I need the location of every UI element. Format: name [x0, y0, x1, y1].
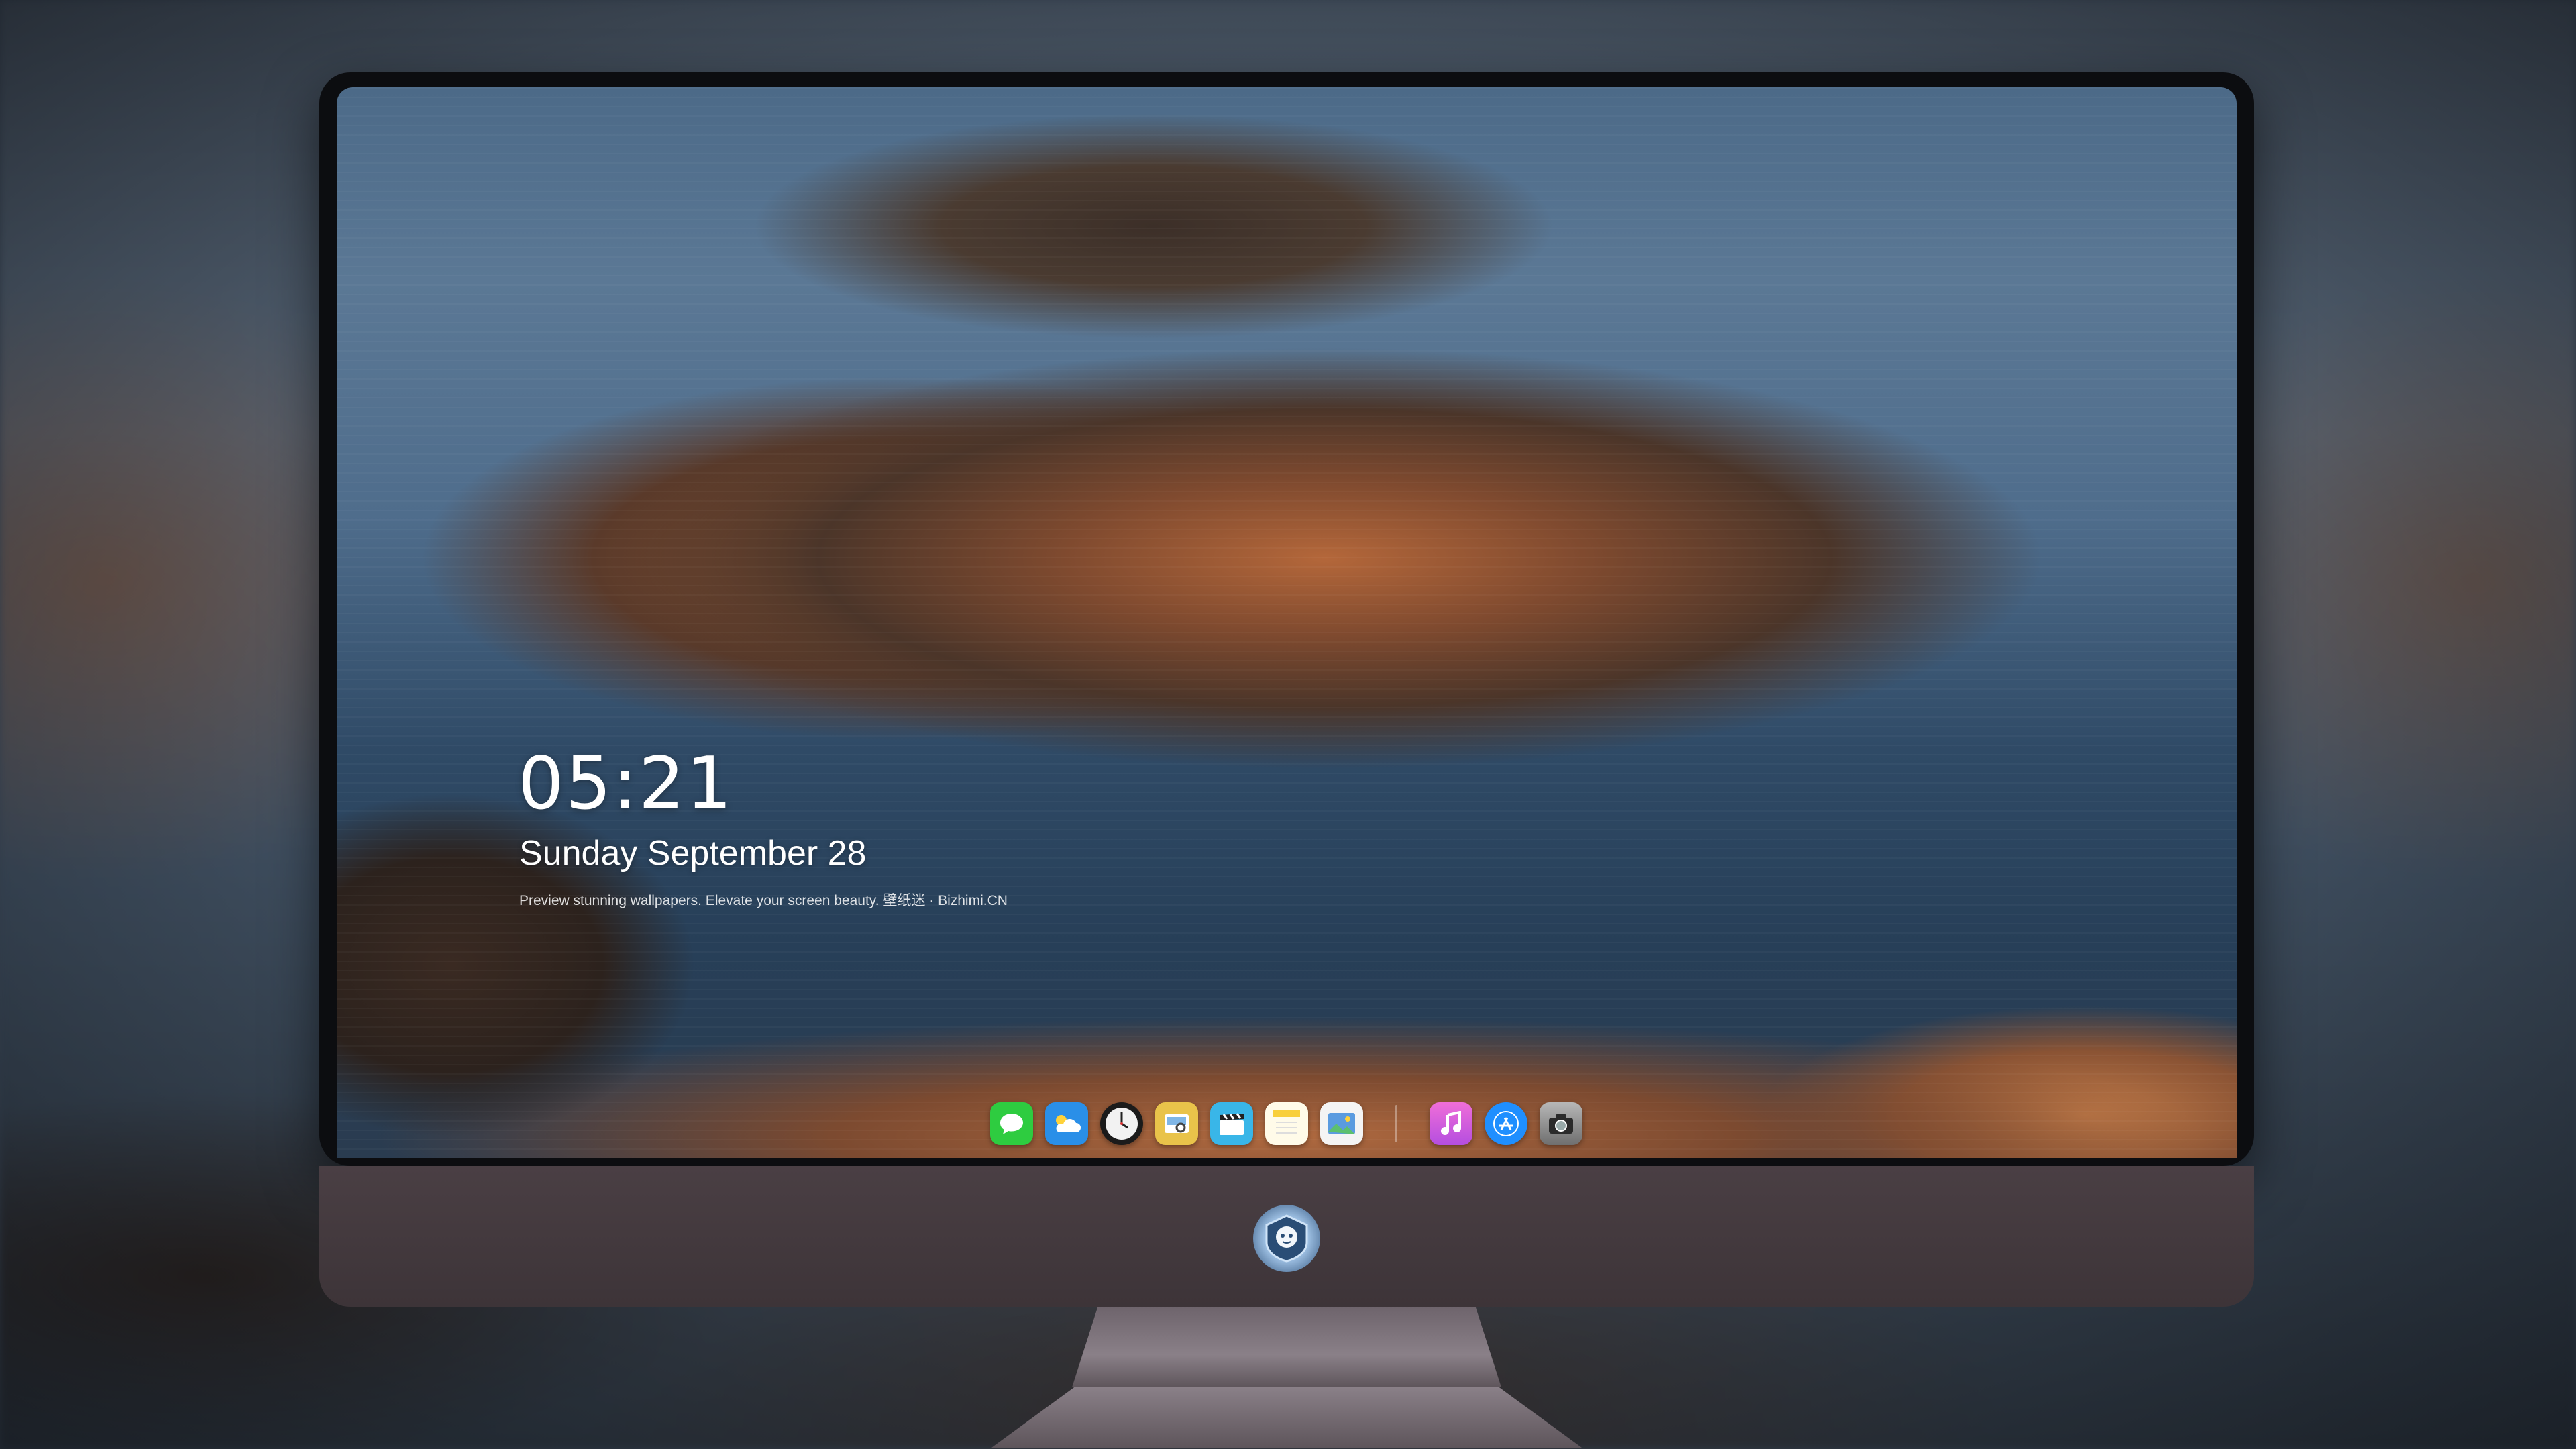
- mascot-logo-icon: [1253, 1205, 1320, 1272]
- camera-icon[interactable]: [1540, 1102, 1582, 1145]
- lock-screen[interactable]: 05:21 Sunday September 28 Preview stunni…: [337, 87, 2237, 1158]
- dock: [990, 1099, 1582, 1148]
- photos-icon[interactable]: [1320, 1102, 1363, 1145]
- monitor-bezel: 05:21 Sunday September 28 Preview stunni…: [319, 72, 2254, 1166]
- lock-screen-clock: 05:21: [518, 742, 734, 826]
- monitor: 05:21 Sunday September 28 Preview stunni…: [319, 72, 2254, 1448]
- cloud-icon[interactable]: [1045, 1102, 1088, 1145]
- monitor-stand-base: [991, 1387, 1582, 1448]
- wallpaper-texture: [337, 87, 2237, 1158]
- clapperboard-icon[interactable]: [1210, 1102, 1253, 1145]
- app-store-icon[interactable]: [1485, 1102, 1527, 1145]
- wallpaper-caption: Preview stunning wallpapers. Elevate you…: [519, 893, 1008, 908]
- clock-icon[interactable]: [1100, 1102, 1143, 1145]
- dock-separator: [1395, 1105, 1397, 1142]
- lock-screen-date: Sunday September 28: [519, 834, 867, 873]
- notes-icon[interactable]: [1265, 1102, 1308, 1145]
- music-note-icon[interactable]: [1430, 1102, 1472, 1145]
- preview-icon[interactable]: [1155, 1102, 1198, 1145]
- chat-bubble-icon[interactable]: [990, 1102, 1033, 1145]
- monitor-stand-neck: [1072, 1307, 1501, 1387]
